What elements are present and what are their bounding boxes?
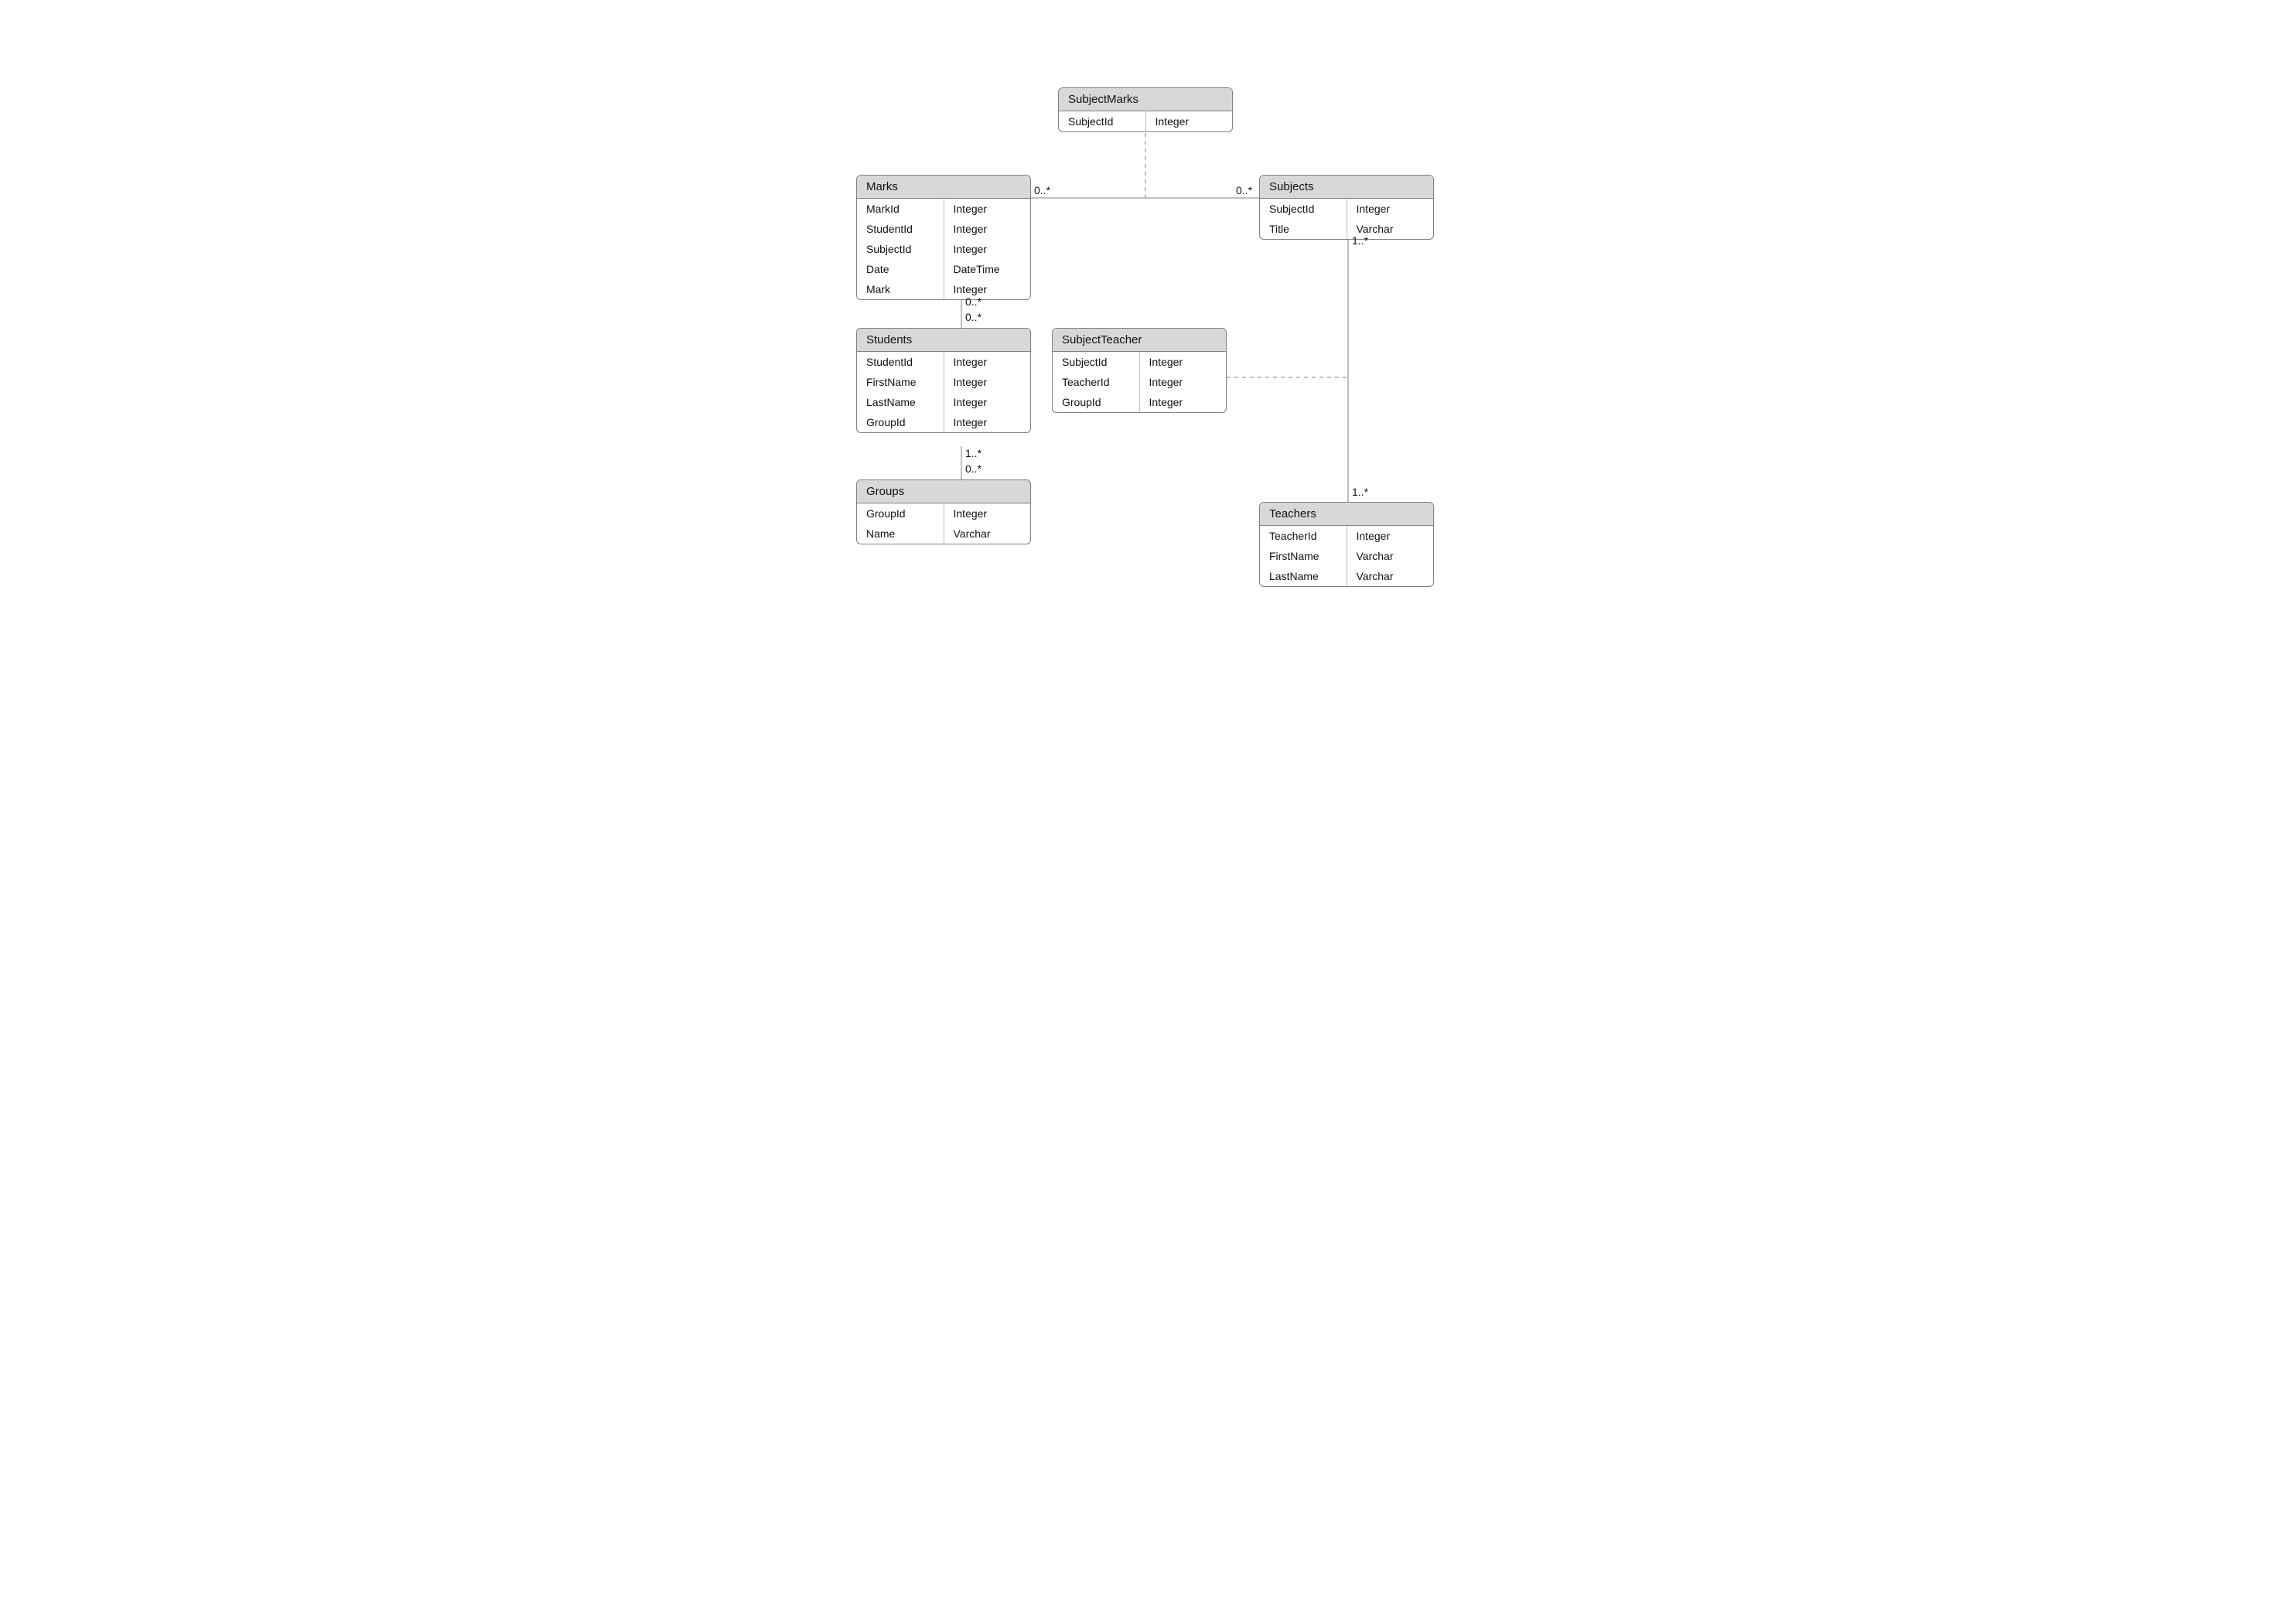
field-name: LastName — [1260, 566, 1347, 586]
entity-field-row: SubjectIdInteger — [857, 239, 1030, 259]
multiplicity-label: 0..* — [965, 311, 981, 323]
entity-field-row: MarkInteger — [857, 279, 1030, 299]
field-name: GroupId — [1053, 392, 1140, 412]
field-name: SubjectId — [1260, 199, 1347, 219]
multiplicity-label: 1..* — [1352, 234, 1368, 247]
entity-title: Groups — [857, 480, 1030, 503]
entity-subjectteacher: SubjectTeacher SubjectIdInteger TeacherI… — [1052, 328, 1227, 413]
field-name: FirstName — [1260, 546, 1347, 566]
entity-field-row: LastNameVarchar — [1260, 566, 1433, 586]
entity-field-row: SubjectIdInteger — [1053, 352, 1226, 372]
diagram-canvas: SubjectMarks SubjectId Integer Marks Mar… — [648, 0, 1646, 706]
entity-title: Teachers — [1260, 503, 1433, 526]
field-type: Varchar — [1347, 546, 1434, 566]
field-type: Integer — [1347, 526, 1434, 546]
entity-field-row: DateDateTime — [857, 259, 1030, 279]
field-type: Integer — [1146, 111, 1233, 131]
entity-field-row: SubjectIdInteger — [1260, 199, 1433, 219]
entity-title: Subjects — [1260, 176, 1433, 199]
field-type: Integer — [944, 219, 1031, 239]
entity-field-row: TitleVarchar — [1260, 219, 1433, 239]
field-type: Integer — [944, 392, 1031, 412]
entity-field-row: LastNameInteger — [857, 392, 1030, 412]
entity-field-row: FirstNameVarchar — [1260, 546, 1433, 566]
multiplicity-label: 1..* — [965, 447, 981, 459]
field-type: DateTime — [944, 259, 1031, 279]
entity-field-row: GroupIdInteger — [857, 503, 1030, 524]
entity-field-row: NameVarchar — [857, 524, 1030, 544]
entity-field-row: MarkIdInteger — [857, 199, 1030, 219]
field-type: Integer — [1140, 392, 1227, 412]
entity-field-row: TeacherIdInteger — [1053, 372, 1226, 392]
entity-subjectmarks: SubjectMarks SubjectId Integer — [1058, 87, 1233, 132]
entity-groups: Groups GroupIdInteger NameVarchar — [856, 479, 1031, 544]
entity-marks: Marks MarkIdInteger StudentIdInteger Sub… — [856, 175, 1031, 300]
field-name: Name — [857, 524, 944, 544]
entity-title: SubjectTeacher — [1053, 329, 1226, 352]
field-name: FirstName — [857, 372, 944, 392]
field-type: Varchar — [1347, 566, 1434, 586]
entity-field-row: TeacherIdInteger — [1260, 526, 1433, 546]
field-type: Integer — [944, 412, 1031, 432]
field-type: Integer — [944, 279, 1031, 299]
entity-title: Marks — [857, 176, 1030, 199]
entity-teachers: Teachers TeacherIdInteger FirstNameVarch… — [1259, 502, 1434, 587]
field-type: Integer — [1140, 352, 1227, 372]
field-name: MarkId — [857, 199, 944, 219]
field-type: Integer — [944, 239, 1031, 259]
multiplicity-label: 0..* — [965, 295, 981, 308]
field-name: TeacherId — [1260, 526, 1347, 546]
field-name: SubjectId — [857, 239, 944, 259]
field-name: SubjectId — [1059, 111, 1146, 131]
field-type: Integer — [1140, 372, 1227, 392]
entity-field-row: StudentIdInteger — [857, 352, 1030, 372]
multiplicity-label: 0..* — [1034, 184, 1050, 196]
field-name: LastName — [857, 392, 944, 412]
field-name: StudentId — [857, 352, 944, 372]
field-name: Title — [1260, 219, 1347, 239]
field-name: GroupId — [857, 503, 944, 524]
entity-field-row: GroupIdInteger — [1053, 392, 1226, 412]
field-type: Integer — [944, 503, 1031, 524]
field-name: Mark — [857, 279, 944, 299]
field-type: Integer — [944, 199, 1031, 219]
field-type: Integer — [1347, 199, 1434, 219]
entity-field-row: StudentIdInteger — [857, 219, 1030, 239]
entity-field-row: SubjectId Integer — [1059, 111, 1232, 131]
field-name: SubjectId — [1053, 352, 1140, 372]
entity-field-row: FirstNameInteger — [857, 372, 1030, 392]
multiplicity-label: 0..* — [1236, 184, 1252, 196]
field-name: GroupId — [857, 412, 944, 432]
field-type: Integer — [944, 352, 1031, 372]
field-name: TeacherId — [1053, 372, 1140, 392]
field-name: StudentId — [857, 219, 944, 239]
entity-title: SubjectMarks — [1059, 88, 1232, 111]
field-type: Varchar — [944, 524, 1031, 544]
multiplicity-label: 1..* — [1352, 486, 1368, 498]
entity-field-row: GroupIdInteger — [857, 412, 1030, 432]
entity-title: Students — [857, 329, 1030, 352]
entity-subjects: Subjects SubjectIdInteger TitleVarchar — [1259, 175, 1434, 240]
field-type: Integer — [944, 372, 1031, 392]
field-name: Date — [857, 259, 944, 279]
entity-students: Students StudentIdInteger FirstNameInteg… — [856, 328, 1031, 433]
multiplicity-label: 0..* — [965, 462, 981, 475]
